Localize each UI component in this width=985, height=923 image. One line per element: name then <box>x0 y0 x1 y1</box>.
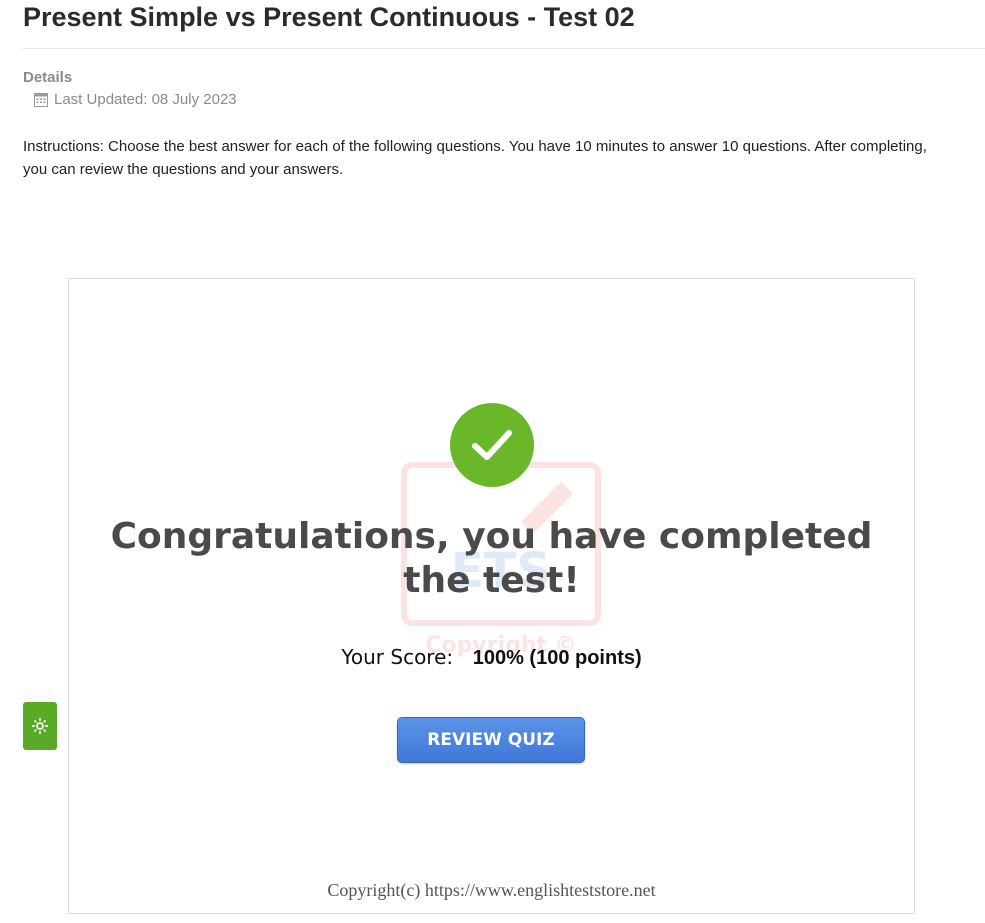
quiz-result-panel: ETS Copyright © Congratulations, you hav… <box>68 278 915 914</box>
last-updated: Last Updated: 08 July 2023 <box>34 91 237 108</box>
calendar-icon <box>34 93 48 107</box>
score-value: 100% (100 points) <box>472 647 642 669</box>
instructions: Instructions: Choose the best answer for… <box>23 138 927 178</box>
score-label: Your Score: <box>341 645 454 669</box>
settings-button[interactable] <box>23 702 57 750</box>
title-divider <box>23 48 985 49</box>
congratulations-message: Congratulations, you have completed the … <box>110 516 873 601</box>
details-label: Details <box>23 69 73 86</box>
page-title: Present Simple vs Present Continuous - T… <box>23 2 635 32</box>
gear-icon <box>32 718 48 734</box>
review-quiz-button[interactable]: REVIEW QUIZ <box>397 717 585 763</box>
copyright-text: Copyright(c) https://www.englishteststor… <box>327 880 656 900</box>
score-line: Your Score: 100% (100 points) <box>69 645 914 670</box>
check-circle-icon <box>450 403 534 487</box>
last-updated-text: Last Updated: 08 July 2023 <box>54 91 237 108</box>
